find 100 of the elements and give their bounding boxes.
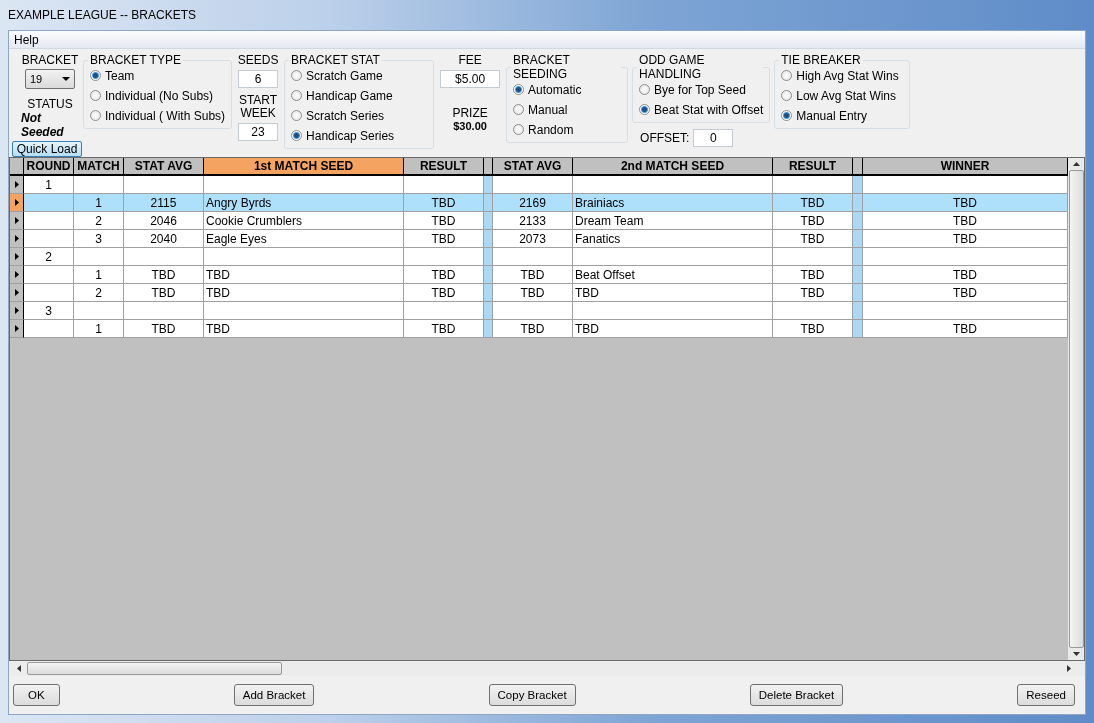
group-title: BRACKET STAT (290, 53, 381, 67)
table-cell: TBD (124, 284, 204, 302)
quick-load-button[interactable]: Quick Load (11, 141, 83, 157)
radio-button[interactable] (90, 70, 101, 81)
horizontal-scrollbar[interactable] (9, 661, 1085, 676)
table-row[interactable]: 1 2115 Angry Byrds TBD 2169 Brainiacs TBD TBD (10, 194, 1068, 212)
start-week-label: START WEEK (238, 94, 279, 120)
table-cell: 1 (74, 266, 124, 284)
start-week-field[interactable]: 23 (238, 123, 279, 141)
row-pointer-icon (14, 199, 19, 206)
table-cell: TBD (773, 194, 853, 212)
radio-button[interactable] (513, 84, 525, 95)
table-cell: Dream Team (573, 212, 773, 230)
table-row[interactable]: 3 2040 Eagle Eyes TBD 2073 Fanatics TBD TBD (10, 230, 1068, 248)
action-button[interactable]: OK (13, 684, 60, 706)
column-header[interactable]: STAT AVG (493, 158, 573, 176)
column-header[interactable]: MATCH (74, 158, 124, 176)
column-header[interactable]: STAT AVG (124, 158, 204, 176)
radio-button[interactable] (90, 90, 101, 101)
radio-button[interactable] (513, 104, 525, 115)
option-label: Handicap Game (306, 88, 393, 103)
radio-button[interactable] (291, 70, 303, 81)
table-cell: TBD (863, 194, 1068, 212)
offset-field[interactable]: 0 (693, 129, 734, 147)
group-title: TIE BREAKER (780, 53, 862, 67)
table-row[interactable]: 2 2046 Cookie Crumblers TBD 2133 Dream Team TBD TBD (10, 212, 1068, 230)
table-cell: Beat Offset (573, 266, 773, 284)
table-cell: TBD (863, 266, 1068, 284)
table-cell: TBD (404, 266, 484, 284)
spacer-cell (484, 284, 493, 302)
seeds-label: SEEDS (237, 53, 279, 67)
table-row[interactable]: 2 (10, 248, 1068, 266)
radio-button[interactable] (639, 84, 651, 95)
radio-button[interactable] (90, 110, 101, 121)
spacer-cell (853, 230, 863, 248)
row-header[interactable] (10, 302, 24, 320)
scroll-down-icon (1072, 652, 1080, 656)
radio-button[interactable] (781, 110, 793, 121)
row-header[interactable] (10, 320, 24, 338)
radio-button[interactable] (781, 90, 793, 101)
spacer-cell (484, 194, 493, 212)
row-pointer-icon (14, 217, 19, 224)
prize-label: PRIZE (452, 106, 488, 120)
column-header[interactable]: 2nd MATCH SEED (573, 158, 773, 176)
column-header[interactable]: RESULT (773, 158, 853, 176)
option-label: Low Avg Stat Wins (796, 88, 897, 103)
spacer-cell (853, 284, 863, 302)
table-row[interactable]: 1 TBD TBD TBD TBD TBD TBD TBD (10, 320, 1068, 338)
action-button[interactable]: Add Bracket (233, 684, 315, 706)
row-header[interactable] (10, 266, 24, 284)
column-header[interactable]: WINNER (863, 158, 1068, 176)
table-row[interactable]: 1 TBD TBD TBD TBD Beat Offset TBD TBD (10, 266, 1068, 284)
fee-field[interactable]: $5.00 (440, 70, 501, 88)
row-header[interactable] (10, 212, 24, 230)
menu-item[interactable]: Help (14, 32, 39, 47)
row-header[interactable] (10, 284, 24, 302)
table-row[interactable]: 2 TBD TBD TBD TBD TBD TBD TBD (10, 284, 1068, 302)
radio-button[interactable] (291, 90, 303, 101)
table-cell: TBD (404, 284, 484, 302)
radio-button[interactable] (781, 70, 793, 81)
column-header[interactable]: RESULT (404, 158, 484, 176)
row-header[interactable] (10, 194, 24, 212)
scroll-up-icon (1072, 162, 1080, 166)
column-header[interactable]: 1st MATCH SEED (204, 158, 404, 176)
table-cell: TBD (773, 284, 853, 302)
table-row[interactable]: 1 (10, 176, 1068, 194)
table-cell: Angry Byrds (204, 194, 404, 212)
bracket-dropdown[interactable]: 19 (25, 69, 75, 89)
radio-button[interactable] (639, 104, 651, 115)
action-button[interactable]: Reseed (1017, 684, 1075, 706)
table-cell: TBD (573, 320, 773, 338)
row-header[interactable] (10, 248, 24, 266)
table-cell: TBD (404, 212, 484, 230)
radio-button[interactable] (291, 130, 303, 141)
option-label: Team (105, 68, 135, 83)
option-label: High Avg Stat Wins (796, 68, 899, 83)
spacer-cell (484, 302, 493, 320)
table-cell: TBD (773, 320, 853, 338)
vertical-scrollbar[interactable] (1068, 158, 1084, 660)
group-title: BRACKET TYPE (89, 53, 182, 67)
action-button[interactable]: Copy Bracket (488, 684, 576, 706)
spacer-cell (853, 302, 863, 320)
spacer-cell (484, 212, 493, 230)
table-cell: TBD (773, 266, 853, 284)
spacer-cell (853, 266, 863, 284)
spacer-cell (853, 248, 863, 266)
action-button[interactable]: Delete Bracket (749, 684, 844, 706)
row-header[interactable] (10, 176, 24, 194)
seeds-field[interactable]: 6 (238, 70, 279, 88)
table-row[interactable]: 3 (10, 302, 1068, 320)
table-cell: 2169 (493, 194, 573, 212)
table-cell: 2115 (124, 194, 204, 212)
column-header[interactable]: ROUND (24, 158, 74, 176)
radio-button[interactable] (291, 110, 303, 121)
table-cell: TBD (773, 230, 853, 248)
table-cell: Eagle Eyes (204, 230, 404, 248)
row-header[interactable] (10, 230, 24, 248)
table-cell: 1 (74, 320, 124, 338)
table-cell: TBD (493, 266, 573, 284)
radio-button[interactable] (513, 124, 525, 135)
